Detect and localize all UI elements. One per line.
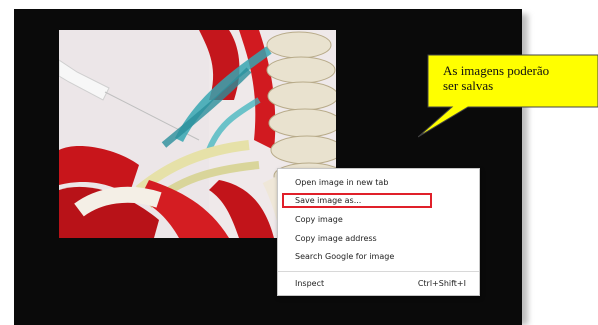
callout-line-1: As imagens poderão (443, 63, 550, 78)
callout-line-2: ser salvas (443, 78, 494, 93)
menu-item-label: Open image in new tab (295, 178, 389, 187)
menu-item-copy-image[interactable]: Copy image (278, 212, 479, 227)
menu-item-save-image-as[interactable]: Save image as... (282, 193, 432, 208)
menu-separator (278, 271, 479, 272)
menu-item-label: Copy image (295, 215, 343, 224)
callout-text: As imagens poderão ser salvas (443, 63, 593, 93)
menu-item-label: Inspect (295, 279, 325, 288)
menu-item-copy-image-address[interactable]: Copy image address (278, 231, 479, 246)
menu-item-open-image-new-tab[interactable]: Open image in new tab (278, 175, 479, 190)
context-menu: Open image in new tab Save image as... C… (277, 168, 480, 296)
menu-item-label: Search Google for image (295, 252, 395, 261)
menu-item-label: Copy image address (295, 234, 377, 243)
menu-item-search-google-image[interactable]: Search Google for image (278, 249, 479, 264)
menu-item-shortcut: Ctrl+Shift+I (417, 279, 466, 288)
menu-item-inspect[interactable]: Inspect Ctrl+Shift+I (278, 276, 479, 291)
menu-item-label: Save image as... (295, 196, 362, 205)
callout-bubble (418, 54, 598, 138)
